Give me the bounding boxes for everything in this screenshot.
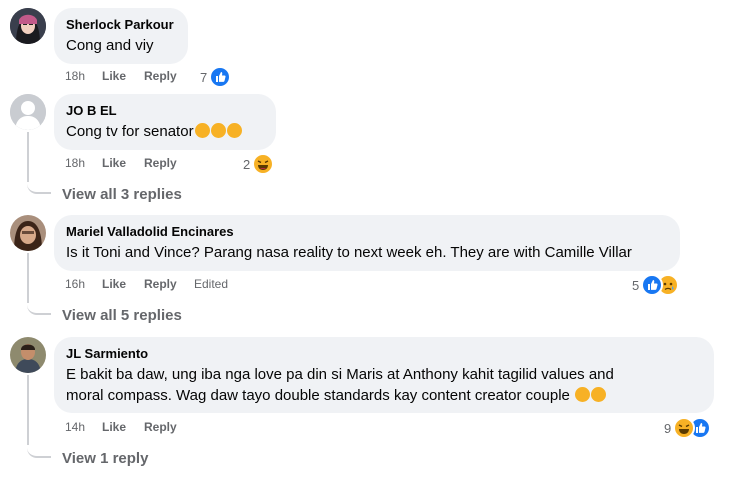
comment-time[interactable]: 14h	[65, 420, 85, 434]
comment-text: Is it Toni and Vince? Parang nasa realit…	[66, 244, 632, 261]
thread-line	[27, 253, 29, 303]
avatar[interactable]	[10, 215, 46, 251]
view-replies-link[interactable]: View 1 reply	[62, 450, 148, 467]
comment-text: Cong tv for senator	[66, 121, 264, 142]
comment-time[interactable]: 18h	[65, 156, 85, 170]
rolling-laughing-emoji	[194, 123, 210, 138]
avatar[interactable]	[10, 94, 46, 130]
comment-text-content: moral compass. Wag daw tayo double stand…	[66, 387, 570, 404]
haha-icon	[673, 417, 696, 439]
view-replies-link[interactable]: View all 5 replies	[62, 307, 182, 324]
grin-sweat-emoji	[575, 387, 591, 402]
comment-time[interactable]: 16h	[65, 277, 85, 291]
grin-sweat-emoji	[591, 387, 607, 402]
reply-action[interactable]: Reply	[144, 277, 177, 291]
comment-text-content: Cong tv for senator	[66, 123, 194, 140]
comment-text-line: E bakit ba daw, ung iba nga love pa din …	[66, 366, 614, 383]
thread-connector	[27, 440, 51, 458]
comment-text: Cong and viy	[66, 37, 154, 54]
reply-action[interactable]: Reply	[144, 69, 177, 83]
comment-actions: 16h Like Reply Edited	[65, 277, 265, 293]
reaction-count: 2	[243, 156, 251, 172]
like-action[interactable]: Like	[102, 420, 126, 434]
comment-author[interactable]: Sherlock Parkour	[66, 16, 176, 33]
comment-actions: 18h Like Reply	[65, 156, 245, 172]
edited-label: Edited	[194, 277, 229, 291]
reply-action[interactable]: Reply	[144, 156, 177, 170]
comment-author[interactable]: JO B EL	[66, 102, 264, 119]
avatar[interactable]	[10, 8, 46, 44]
reaction-count: 9	[664, 420, 672, 436]
comment-author[interactable]: JL Sarmiento	[66, 345, 702, 362]
like-action[interactable]: Like	[102, 277, 126, 291]
rolling-laughing-emoji	[210, 123, 226, 138]
haha-icon	[252, 153, 275, 175]
reply-action[interactable]: Reply	[144, 420, 177, 434]
thread-line	[27, 132, 29, 182]
reaction-count: 7	[200, 69, 208, 85]
thread-connector	[27, 297, 51, 315]
comment-actions: 14h Like Reply	[65, 420, 245, 436]
comment-text: E bakit ba daw, ung iba nga love pa din …	[66, 364, 702, 406]
comment-bubble: JO B EL Cong tv for senator	[54, 94, 276, 150]
avatar[interactable]	[10, 337, 46, 373]
thread-connector	[27, 176, 51, 194]
comment-bubble: JL Sarmiento E bakit ba daw, ung iba nga…	[54, 337, 714, 413]
like-icon	[209, 66, 232, 88]
comment-bubble: Mariel Valladolid Encinares Is it Toni a…	[54, 215, 680, 271]
comment-bubble: Sherlock Parkour Cong and viy	[54, 8, 188, 64]
like-icon	[641, 274, 664, 296]
rolling-laughing-emoji	[226, 123, 242, 138]
comment-time[interactable]: 18h	[65, 69, 85, 83]
comment-text-line: moral compass. Wag daw tayo double stand…	[66, 385, 702, 406]
like-action[interactable]: Like	[102, 156, 126, 170]
thread-line	[27, 375, 29, 445]
reaction-summary[interactable]: 7	[200, 66, 232, 88]
like-action[interactable]: Like	[102, 69, 126, 83]
view-replies-link[interactable]: View all 3 replies	[62, 186, 182, 203]
reaction-count: 5	[632, 277, 640, 293]
reaction-summary[interactable]: 5	[632, 274, 680, 296]
reaction-summary[interactable]: 2	[243, 153, 275, 175]
reaction-summary[interactable]: 9	[664, 417, 712, 439]
comment-author[interactable]: Mariel Valladolid Encinares	[66, 223, 668, 240]
